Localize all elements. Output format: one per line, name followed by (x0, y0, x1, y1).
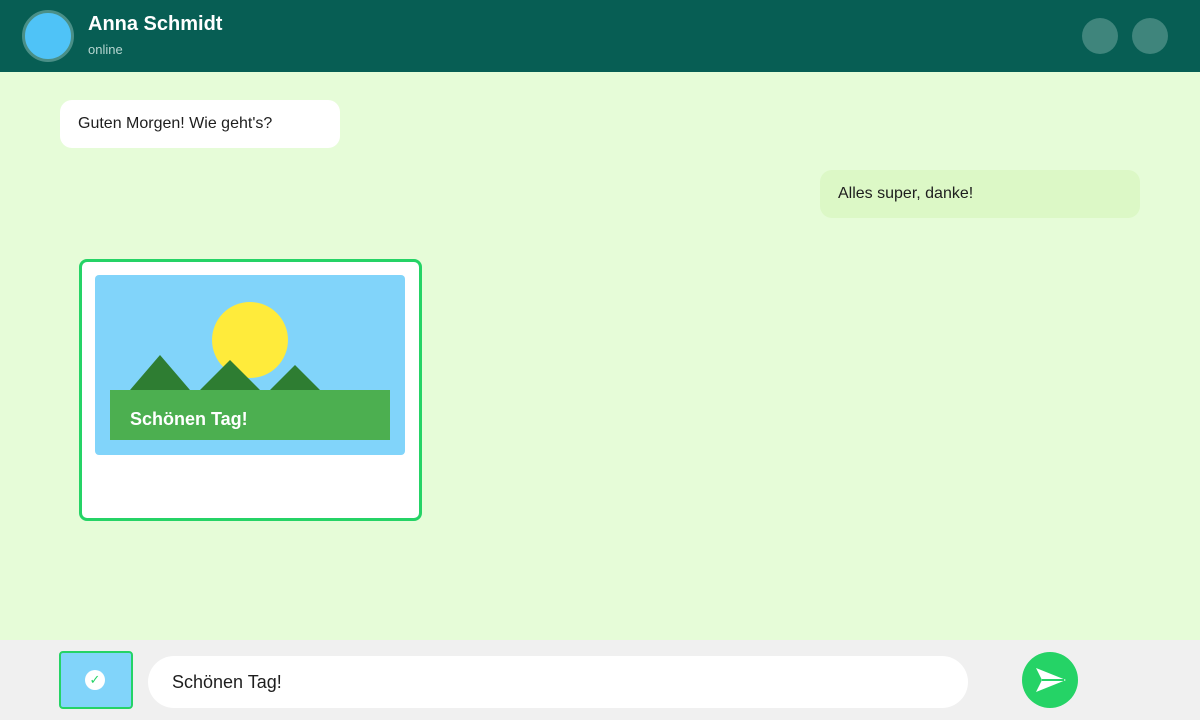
outgoing-message: Alles super, danke! (820, 170, 1140, 218)
message-text: Alles super, danke! (838, 185, 974, 202)
contact-name: Anna Schmidt (88, 13, 223, 35)
checkmark-icon: ✓ (85, 670, 105, 690)
image-message-card[interactable]: Schönen Tag! (79, 259, 422, 521)
header-action-1-button[interactable] (1082, 18, 1118, 54)
contact-status: online (88, 42, 123, 57)
header-action-2-button[interactable] (1132, 18, 1168, 54)
chat-header: Anna Schmidt online (0, 0, 1200, 72)
send-button[interactable] (1022, 652, 1078, 708)
image-caption: Schönen Tag! (130, 409, 248, 429)
message-composer: ✓ (0, 640, 1200, 720)
send-icon (1036, 668, 1066, 692)
image-thumbnail-icon[interactable]: ✓ (59, 651, 133, 709)
chat-area: Guten Morgen! Wie geht's? Alles super, d… (0, 72, 1200, 640)
message-text: Guten Morgen! Wie geht's? (78, 115, 273, 132)
incoming-message: Guten Morgen! Wie geht's? (60, 100, 340, 148)
message-input[interactable] (148, 656, 968, 708)
contact-avatar[interactable] (22, 10, 74, 62)
